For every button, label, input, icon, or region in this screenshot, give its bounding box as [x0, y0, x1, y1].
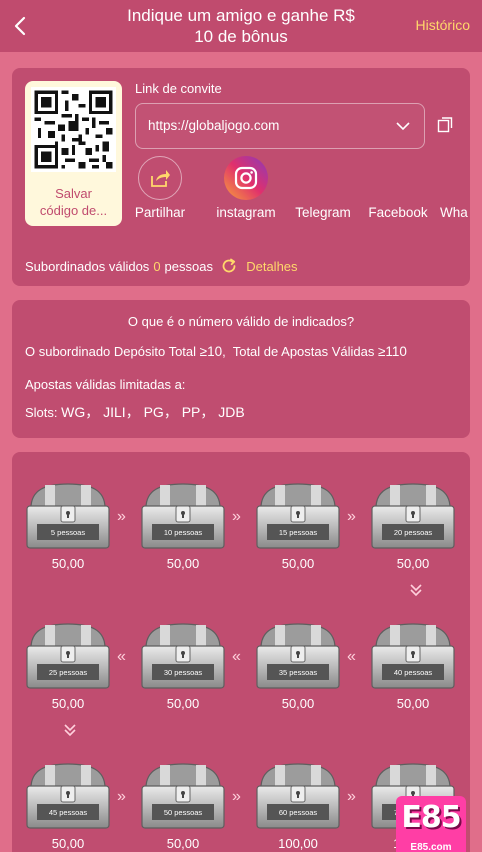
reward-amount: 50,00	[166, 556, 200, 571]
reward-people-count: 5 pessoas	[50, 528, 86, 537]
telegram-icon	[301, 156, 345, 200]
rules-limited-label: Apostas válidas limitadas a:	[25, 377, 186, 392]
rules-deposit-value: ≥10	[199, 344, 223, 359]
reward-chest[interactable]: 35 pessoas 50,00	[255, 622, 341, 717]
rules-slots-label: Slots:	[25, 405, 58, 420]
rules-slots-value: WG， JILI， PG， PP， JDB	[61, 404, 245, 420]
subordinates-count: 0	[153, 259, 161, 274]
reward-people-count: 50 pessoas	[163, 808, 203, 817]
qr-code	[31, 87, 116, 172]
reward-chest[interactable]: 15 pessoas 50,00	[255, 482, 341, 577]
page-title-line2: 10 de bônus	[194, 27, 288, 46]
reward-amount: 50,00	[281, 556, 315, 571]
facebook-label: Facebook	[368, 205, 428, 220]
details-link[interactable]: Detalhes	[246, 259, 297, 274]
rules-slots-row: Slots: WG， JILI， PG， PP， JDB	[25, 402, 245, 422]
subordinates-row: Subordinados válidos 0 pessoas Detalhes	[25, 258, 298, 274]
reward-people-count: 20 pessoas	[393, 528, 433, 537]
telegram-label: Telegram	[295, 205, 351, 220]
reward-chest[interactable]: 50 pessoas 50,00	[140, 762, 226, 852]
chevron-down-icon[interactable]	[395, 118, 411, 134]
refresh-icon[interactable]	[221, 258, 237, 274]
telegram-button[interactable]: Telegram	[288, 156, 358, 226]
reward-people-count: 10 pessoas	[163, 528, 203, 537]
instagram-icon	[224, 156, 268, 200]
chevron-left-icon: «	[232, 648, 241, 665]
reward-chest[interactable]: 25 pessoas 50,00	[25, 622, 111, 717]
reward-amount: 100,00	[278, 836, 318, 851]
e85-logo-text: E85	[401, 800, 461, 835]
rules-bets-value: ≥110	[378, 344, 407, 359]
whatsapp-label: Wha	[440, 205, 468, 220]
back-arrow-icon[interactable]	[10, 14, 32, 38]
reward-people-count: 45 pessoas	[48, 808, 88, 817]
share-label: Partilhar	[134, 205, 186, 220]
rules-card: O que é o número válido de indicados? O …	[12, 300, 470, 438]
rewards-card: 5 pessoas 50,00 10 pessoas 50,00 15 pessoas 5…	[12, 452, 470, 852]
reward-people-count: 40 pessoas	[393, 668, 433, 677]
share-options: Partilhar instagram Telegram Facebook Wh…	[130, 156, 470, 226]
subordinates-unit: pessoas	[164, 259, 213, 274]
facebook-icon	[376, 156, 420, 200]
save-qr-label-line1: Salvar	[55, 186, 92, 201]
save-qr-label-line2: código de...	[39, 203, 108, 218]
reward-people-count: 35 pessoas	[278, 668, 318, 677]
history-link[interactable]: Histórico	[416, 17, 470, 33]
invite-card: Salvar código de... Link de convite http…	[12, 68, 470, 286]
chevron-right-icon: »	[347, 788, 356, 805]
chevron-right-icon: »	[232, 508, 241, 525]
reward-amount: 50,00	[51, 696, 85, 711]
rules-bets-label: Total de Apostas Válidas	[232, 344, 375, 359]
chevron-right-icon: »	[117, 508, 126, 525]
rules-condition: O subordinado Depósito Total ≥10, Total …	[25, 344, 407, 359]
reward-chest[interactable]: 10 pessoas 50,00	[140, 482, 226, 577]
reward-amount: 50,00	[51, 836, 85, 851]
chevron-down-icon	[408, 582, 424, 602]
chevron-down-icon	[62, 722, 78, 742]
save-qr-button[interactable]: Salvar código de...	[25, 81, 122, 226]
save-qr-label: Salvar código de...	[29, 185, 118, 219]
e85-domain-text: E85.com	[410, 842, 452, 852]
whatsapp-button[interactable]: Wha	[440, 156, 470, 226]
invite-link-title: Link de convite	[135, 81, 222, 96]
rules-title: O que é o número válido de indicados?	[127, 314, 355, 329]
reward-amount: 50,00	[166, 696, 200, 711]
reward-chest[interactable]: 30 pessoas 50,00	[140, 622, 226, 717]
copy-icon[interactable]	[436, 115, 454, 133]
reward-chest[interactable]: 60 pessoas 100,00	[255, 762, 341, 852]
share-button[interactable]: Partilhar	[130, 156, 190, 226]
invite-link-value: https://globaljogo.com	[148, 118, 280, 133]
reward-amount: 50,00	[166, 836, 200, 851]
share-icon	[138, 156, 182, 200]
reward-chest[interactable]: 5 pessoas 50,00	[25, 482, 111, 577]
reward-chest[interactable]: 20 pessoas 50,00	[370, 482, 456, 577]
reward-chest[interactable]: 45 pessoas 50,00	[25, 762, 111, 852]
subordinates-label: Subordinados válidos	[25, 259, 150, 274]
facebook-button[interactable]: Facebook	[364, 156, 432, 226]
e85-watermark: E85 E85.com	[396, 796, 466, 852]
instagram-button[interactable]: instagram	[206, 156, 286, 226]
whatsapp-icon	[440, 156, 470, 200]
page-title: Indique um amigo e ganhe R$ 10 de bônus	[90, 5, 392, 47]
invite-link-field[interactable]: https://globaljogo.com	[135, 103, 425, 149]
chevron-left-icon: «	[117, 648, 126, 665]
chevron-left-icon: «	[347, 648, 356, 665]
reward-people-count: 60 pessoas	[278, 808, 318, 817]
chevron-right-icon: »	[347, 508, 356, 525]
reward-amount: 50,00	[51, 556, 85, 571]
header-bar: Indique um amigo e ganhe R$ 10 de bônus …	[0, 0, 482, 52]
chevron-right-icon: »	[232, 788, 241, 805]
reward-amount: 50,00	[396, 696, 430, 711]
chevron-right-icon: »	[117, 788, 126, 805]
reward-people-count: 25 pessoas	[48, 668, 88, 677]
reward-people-count: 15 pessoas	[278, 528, 318, 537]
reward-amount: 50,00	[281, 696, 315, 711]
instagram-label: instagram	[216, 205, 276, 220]
reward-people-count: 30 pessoas	[163, 668, 203, 677]
rules-deposit-label: O subordinado Depósito Total	[25, 344, 197, 359]
reward-amount: 50,00	[396, 556, 430, 571]
reward-chest[interactable]: 40 pessoas 50,00	[370, 622, 456, 717]
page-title-line1: Indique um amigo e ganhe R$	[127, 6, 355, 25]
